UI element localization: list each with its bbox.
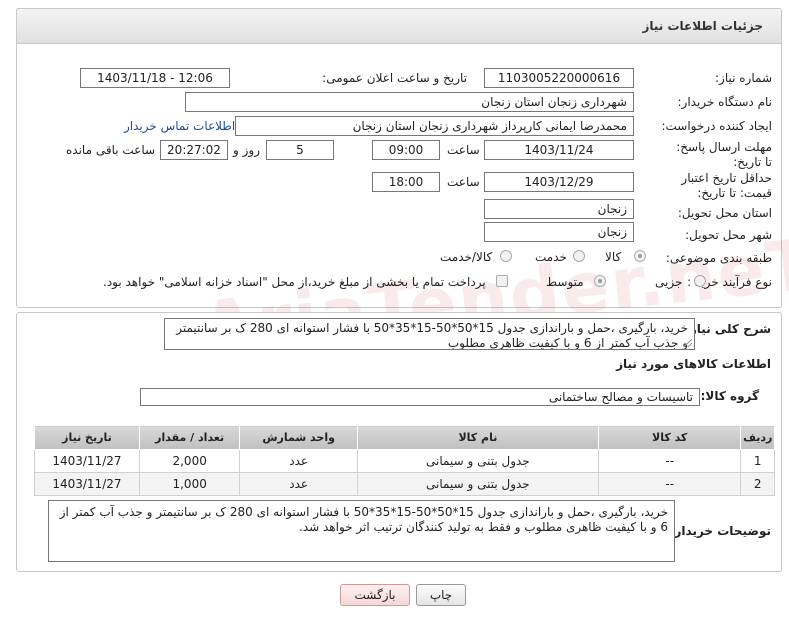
buyer-org-label: نام دستگاه خریدار: [677,95,773,109]
deadline-time-label: ساعت [447,143,480,157]
buyer-notes-text: خرید، بارگیری ،حمل و باراندازی جدول 15*5… [59,505,668,534]
need-number-field[interactable]: 1103005220000616 [484,68,634,88]
summary-textarea[interactable]: خرید، بارگیری ،حمل و باراندازی جدول 15*5… [164,318,695,350]
days-label: روز و [233,143,260,157]
process-radio-medium[interactable] [594,275,606,287]
print-button[interactable]: چاپ [416,584,466,606]
validity-time-label: ساعت [447,175,480,189]
cell-row-number: 1 [740,449,775,473]
creator-field[interactable]: محمدرضا ایمانی کارپرداز شهرداری زنجان اس… [235,116,634,136]
col-unit: واحد شمارش [239,425,358,450]
cell-unit: عدد [239,449,358,473]
summary-label: شرح کلی نیاز: [685,322,771,336]
province-label: استان محل تحویل: [677,206,772,220]
goods-group-label: گروه کالا: [700,389,759,403]
back-button[interactable]: بازگشت [340,584,410,606]
category-option-service: خدمت [535,250,567,264]
process-option-minor: جزیی [655,275,683,289]
deadline-date-field[interactable]: 1403/11/24 [484,140,634,160]
cell-item-code: -- [597,472,742,496]
remaining-time-field[interactable]: 20:27:02 [160,140,228,160]
cell-item-name: جدول بتنی و سیمانی [356,472,599,496]
buyer-notes-label: توضیحات خریدار: [669,524,771,538]
validity-label: حداقل تاریخ اعتبار قیمت: تا تاریخ: [681,171,772,200]
treasury-payment-checkbox[interactable] [496,275,508,287]
cell-quantity: 2,000 [138,449,241,473]
buyer-contact-link[interactable]: اطلاعات تماس خریدار [124,119,235,133]
cell-need-date: 1403/11/27 [34,472,140,496]
creator-label: ایجاد کننده درخواست: [661,119,772,133]
buyer-org-field[interactable]: شهرداری زنجان استان زنجان [185,92,634,112]
category-label: طبقه بندی موضوعی: [665,251,772,265]
buyer-notes-textarea[interactable]: خرید، بارگیری ،حمل و باراندازی جدول 15*5… [48,500,675,562]
remaining-label: ساعت باقی مانده [66,143,156,157]
goods-table: ردیف کد کالا نام کالا واحد شمارش تعداد /… [34,425,775,496]
cell-item-name: جدول بتنی و سیمانی [356,449,599,473]
treasury-payment-note: پرداخت تمام یا بخشی از مبلغ خرید،از محل … [103,275,486,289]
announce-datetime-field[interactable]: 1403/11/18 - 12:06 [80,68,230,88]
category-option-goods-service: کالا/خدمت [440,250,493,264]
city-label: شهر محل تحویل: [685,228,772,242]
cell-quantity: 1,000 [138,472,241,496]
summary-text: خرید، بارگیری ،حمل و باراندازی جدول 15*5… [176,321,688,350]
table-row[interactable]: 1 -- جدول بتنی و سیمانی عدد 2,000 1403/1… [34,449,775,473]
deadline-label: مهلت ارسال پاسخ: تا تاریخ: [676,140,772,169]
need-number-label: شماره نیاز: [715,71,772,85]
goods-section-title: اطلاعات کالاهای مورد نیاز [616,357,771,371]
resize-grip-icon[interactable] [684,339,692,347]
cell-item-code: -- [597,449,742,473]
cell-unit: عدد [239,472,358,496]
category-option-goods: کالا [605,250,622,264]
city-field[interactable]: زنجان [484,222,634,242]
col-item-code: کد کالا [597,425,742,450]
cell-row-number: 2 [740,472,775,496]
process-option-medium: متوسط [546,275,584,289]
table-row[interactable]: 2 -- جدول بتنی و سیمانی عدد 1,000 1403/1… [34,472,775,496]
validity-date-field[interactable]: 1403/12/29 [484,172,634,192]
col-item-name: نام کالا [356,425,599,450]
col-need-date: تاریخ نیاز [34,425,140,450]
col-row-number: ردیف [740,425,775,450]
panel-header: جزئیات اطلاعات نیاز [16,8,782,44]
col-quantity: تعداد / مقدار [138,425,241,450]
goods-group-field[interactable]: تاسیسات و مصالح ساختمانی [140,388,700,406]
page-title: جزئیات اطلاعات نیاز [642,19,763,33]
category-radio-goods-service[interactable] [500,250,512,262]
category-radio-goods[interactable] [634,250,646,262]
process-radio-minor[interactable] [694,275,706,287]
category-radio-service[interactable] [573,250,585,262]
cell-need-date: 1403/11/27 [34,449,140,473]
table-header-row: ردیف کد کالا نام کالا واحد شمارش تعداد /… [34,425,775,450]
deadline-days-field[interactable]: 5 [266,140,334,160]
province-field[interactable]: زنجان [484,199,634,219]
announce-label: تاریخ و ساعت اعلان عمومی: [322,71,467,85]
validity-time-field[interactable]: 18:00 [372,172,440,192]
deadline-time-field[interactable]: 09:00 [372,140,440,160]
